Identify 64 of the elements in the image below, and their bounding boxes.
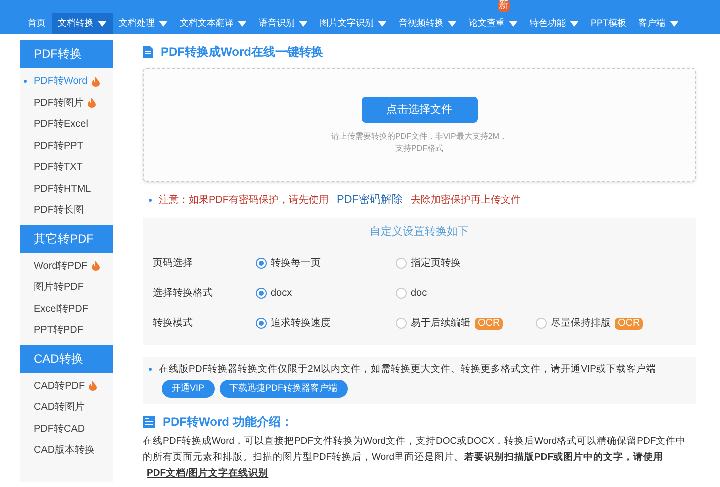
ocr-badge: OCR (615, 318, 644, 330)
option-label: 易于后续编辑 (411, 316, 471, 331)
option-label: 追求转换速度 (271, 316, 331, 331)
radio-button[interactable] (536, 318, 547, 329)
nav-tab[interactable]: 文档处理 (113, 13, 174, 34)
nav-tab[interactable]: 文档转换 (52, 13, 113, 34)
vip-notice-text: 在线版PDF转换器转换文件仅限于2M以内文件，如需转换更大文件、转换更多格式文件，请开通VIP或下载客户端 (159, 362, 657, 376)
nav-tab[interactable]: 客户端 (632, 13, 685, 34)
sidebar-link[interactable]: Word转PDF (34, 258, 88, 274)
sidebar-heading: 其它转PDF (20, 224, 113, 252)
sidebar-link[interactable]: PDF转Word (34, 74, 88, 90)
option-label: 指定页转换 (411, 256, 461, 271)
sidebar-heading: PDF转换 (20, 40, 113, 68)
text-recognition-link[interactable]: PDF文档/图片文字在线识别 (147, 468, 269, 479)
nav-tab[interactable]: 音视频转换 (393, 13, 463, 34)
page-title: PDF转换成Word在线一键转换 (161, 44, 324, 61)
radio-button[interactable] (256, 258, 267, 269)
intro-paragraph: 在线PDF转换成Word，可以直接把PDF文件转换为Word文件，支持DOC或DOCX，转换后Word格式可以精确保留PDF文件中的所有页面元素和排版。扫描的图片型PDF转换后，Word里面还是图片。若要识别扫描版PDF或图片中的文字，请使用 PDF文档/图片文字在线识别 (143, 434, 688, 481)
setting-label: 选择转换格式 (153, 286, 214, 301)
sidebar-link[interactable]: PDF转PPT (34, 138, 84, 154)
settings-title: 自定义设置转换如下 (369, 224, 470, 240)
sidebar-link[interactable]: CAD转图片 (34, 400, 86, 416)
intro-title: PDF转Word 功能介绍： (163, 414, 293, 431)
nav-tab[interactable]: PPT模板 (585, 13, 633, 34)
sidebar-link[interactable]: PDF转TXT (34, 160, 83, 176)
option-label: 转换每一页 (271, 257, 321, 271)
sidebar-link[interactable]: CAD版本转换 (34, 443, 96, 458)
radio-button[interactable] (396, 318, 407, 329)
option-label: docx (271, 287, 292, 301)
radio-button[interactable] (256, 288, 267, 299)
nav-tab[interactable]: 图片文字识别 (314, 13, 393, 34)
password-removal-link[interactable]: PDF密码解除 (337, 192, 403, 208)
upload-hint: 支持PDF格式 (396, 143, 444, 155)
nav-tab[interactable]: 特色功能 (524, 13, 585, 34)
select-file-button[interactable]: 点击选择文件 (362, 97, 478, 123)
sidebar-link[interactable]: Excel转PDF (34, 302, 88, 317)
article-icon (143, 416, 155, 428)
document-icon (143, 46, 153, 58)
setting-label: 页码选择 (153, 256, 194, 271)
radio-button[interactable] (256, 318, 267, 329)
sidebar-link[interactable]: CAD转PDF (34, 378, 86, 394)
sidebar-link[interactable]: PDF转Excel (34, 117, 88, 132)
pill-button[interactable]: 开通VIP (162, 380, 215, 398)
nav-tab[interactable]: 首页 (22, 13, 52, 34)
option-label: doc (411, 287, 428, 301)
radio-button[interactable] (396, 258, 407, 269)
pill-button[interactable]: 下载迅捷PDF转换器客户端 (220, 380, 348, 398)
nav-tab[interactable]: 论文查重 (463, 13, 524, 34)
sidebar-link[interactable]: PDF转图片 (34, 96, 84, 111)
sidebar-link[interactable]: PDF转CAD (34, 422, 86, 437)
notice-text: 注意：如果PDF有密码保护，请先使用 (159, 194, 329, 208)
ocr-badge: OCR (475, 318, 504, 330)
option-label: 尽量保持排版 (551, 316, 611, 331)
sidebar-link[interactable]: 图片转PDF (34, 280, 84, 296)
setting-label: 转换模式 (153, 316, 194, 331)
sidebar-link[interactable]: PDF转长图 (34, 203, 84, 218)
sidebar-heading: CAD转换 (20, 344, 113, 372)
sidebar-link[interactable]: PDF转HTML (34, 182, 92, 197)
nav-tab[interactable]: 文档文本翻译 (174, 13, 253, 34)
radio-button[interactable] (396, 288, 407, 299)
sidebar-link[interactable]: PPT转PDF (34, 323, 84, 338)
nav-tab[interactable]: 语音识别 (253, 13, 314, 34)
notice-text: 去除加密保护再上传文件 (411, 194, 521, 208)
upload-hint: 请上传需要转换的PDF文件，非VIP最大支持2M， (331, 131, 508, 143)
